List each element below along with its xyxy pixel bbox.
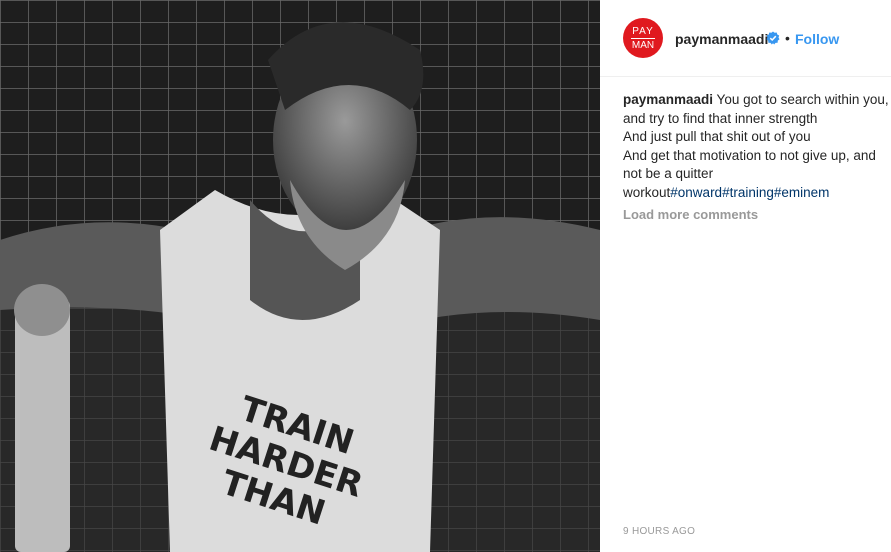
avatar-text-bottom: MAN	[631, 40, 655, 51]
caption-text: You got to search within you, and try to…	[623, 92, 889, 200]
post-caption: paymanmaadi You got to search within you…	[623, 91, 891, 202]
avatar-text-top: PAY	[632, 26, 654, 37]
post-timestamp[interactable]: 9 HOURS AGO	[623, 526, 695, 537]
hashtag-link[interactable]: #training	[722, 185, 774, 200]
avatar[interactable]: PAY MAN	[623, 18, 663, 58]
caption-username[interactable]: paymanmaadi	[623, 92, 713, 107]
photo-canvas: TRAIN HARDER THAN	[0, 0, 600, 552]
separator-dot: •	[785, 30, 790, 46]
verified-badge-icon	[766, 31, 780, 45]
post-photo[interactable]: TRAIN HARDER THAN	[0, 0, 600, 552]
hashtag-link[interactable]: #eminem	[774, 185, 830, 200]
avatar-divider	[631, 38, 655, 39]
hashtag-link[interactable]: #onward	[670, 185, 722, 200]
post-sidebar: PAY MAN paymanmaadi • Follow paymanmaadi…	[600, 0, 891, 552]
username-link[interactable]: paymanmaadi	[675, 31, 768, 47]
follow-button[interactable]: Follow	[795, 31, 839, 47]
load-more-comments-button[interactable]: Load more comments	[623, 207, 758, 222]
post-header: PAY MAN paymanmaadi • Follow	[600, 0, 891, 77]
